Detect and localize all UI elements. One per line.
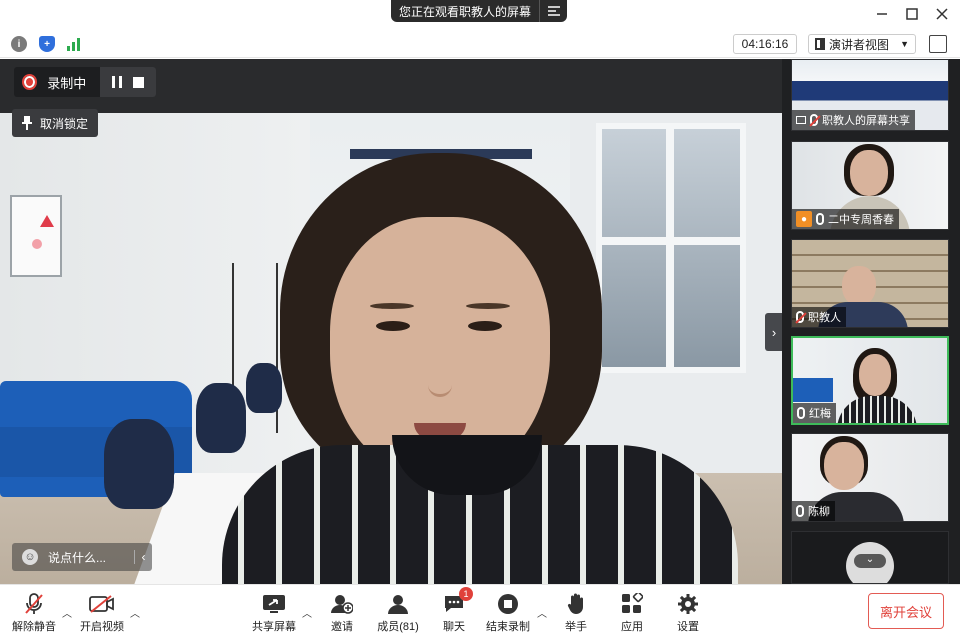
pause-recording-icon[interactable] bbox=[111, 76, 122, 88]
collapse-sidebar-handle[interactable]: › bbox=[765, 313, 783, 351]
speaker-video bbox=[0, 113, 782, 609]
title-bar: 您正在观看职教人的屏幕 bbox=[0, 0, 960, 28]
gear-icon bbox=[675, 593, 701, 615]
video-off-icon bbox=[89, 593, 115, 615]
members-icon bbox=[385, 593, 411, 615]
wall-art bbox=[10, 195, 62, 277]
list-menu-icon[interactable] bbox=[539, 0, 567, 22]
participant-tile[interactable]: ⌄ bbox=[791, 531, 949, 584]
apps-button[interactable]: 应用 bbox=[604, 593, 660, 634]
participant-tile[interactable]: 职教人 bbox=[791, 239, 949, 328]
minimize-icon[interactable] bbox=[872, 4, 892, 24]
recording-indicator: 录制中 bbox=[14, 67, 156, 97]
participant-tile[interactable]: ● 二中专周香春 bbox=[791, 141, 949, 230]
avatar: ● bbox=[796, 211, 812, 227]
mic-muted-icon bbox=[21, 593, 47, 615]
settings-button[interactable]: 设置 bbox=[660, 593, 716, 634]
mic-muted-icon bbox=[810, 114, 818, 126]
tile-label: 职教人 bbox=[808, 312, 841, 324]
emoji-icon[interactable]: ☺ bbox=[22, 549, 38, 565]
tile-label: 陈柳 bbox=[808, 506, 830, 518]
raise-hand-button[interactable]: 举手 bbox=[548, 593, 604, 634]
chat-quick-input[interactable]: ☺ 说点什么... ‹ bbox=[12, 543, 152, 571]
leave-meeting-button[interactable]: 离开会议 bbox=[868, 593, 944, 629]
meeting-info-bar: i + 04:16:16 演讲者视图 ▼ bbox=[0, 30, 960, 58]
settings-label: 设置 bbox=[677, 621, 699, 633]
apps-label: 应用 bbox=[621, 621, 643, 633]
mic-muted-icon bbox=[796, 311, 804, 323]
unmute-label: 解除静音 bbox=[12, 621, 56, 633]
invite-label: 邀请 bbox=[331, 621, 353, 633]
meeting-timer: 04:16:16 bbox=[733, 34, 797, 54]
chevron-left-icon[interactable]: ‹ bbox=[134, 550, 152, 564]
main-video-area: 录制中 取消锁定 ☺ 说点什么... ‹ › bbox=[0, 59, 783, 609]
recording-label: 录制中 bbox=[47, 75, 87, 91]
chevron-up-icon[interactable]: ︿ bbox=[130, 605, 140, 620]
speaker-person bbox=[222, 153, 738, 609]
tile-label: 二中专周香春 bbox=[828, 214, 894, 226]
screen-share-icon bbox=[796, 116, 806, 124]
participant-sidebar: 职教人的屏幕共享 ● 二中专周香春 职教人 红梅 陈柳 ⌄ bbox=[782, 59, 960, 584]
stop-record-icon bbox=[495, 593, 521, 615]
speaker-view-icon bbox=[815, 38, 825, 50]
chevron-down-icon: ▼ bbox=[900, 39, 909, 49]
share-notice-text: 您正在观看职教人的屏幕 bbox=[399, 4, 532, 19]
signal-icon[interactable] bbox=[66, 36, 82, 52]
chat-badge: 1 bbox=[459, 587, 473, 601]
fullscreen-icon[interactable] bbox=[929, 35, 947, 53]
tile-label: 红梅 bbox=[809, 408, 831, 420]
chevron-up-icon[interactable]: ︿ bbox=[537, 605, 547, 620]
invite-button[interactable]: 邀请 bbox=[314, 593, 370, 634]
end-recording-button[interactable]: 结束录制 bbox=[480, 593, 536, 634]
speaker-view-button[interactable]: 演讲者视图 ▼ bbox=[808, 34, 916, 54]
speaker-view-label: 演讲者视图 bbox=[829, 37, 890, 52]
shield-icon[interactable]: + bbox=[39, 36, 55, 52]
mic-icon bbox=[796, 505, 804, 517]
maximize-icon[interactable] bbox=[902, 4, 922, 24]
start-video-label: 开启视频 bbox=[80, 621, 124, 633]
raise-hand-icon bbox=[563, 593, 589, 615]
chat-button[interactable]: 1 聊天 bbox=[426, 587, 482, 634]
mic-icon bbox=[816, 213, 824, 225]
pin-icon bbox=[22, 116, 32, 130]
meeting-window: 您正在观看职教人的屏幕 i + 04:16:16 演讲者视图 ▼ 录制中 取消锁… bbox=[0, 0, 960, 637]
tile-label: 职教人的屏幕共享 bbox=[822, 115, 910, 127]
chevron-up-icon[interactable]: ︿ bbox=[302, 605, 312, 620]
apps-icon bbox=[619, 593, 645, 615]
close-icon[interactable] bbox=[932, 4, 952, 24]
chevron-up-icon[interactable]: ︿ bbox=[62, 605, 72, 620]
members-label: 成员(81) bbox=[377, 621, 419, 633]
unpin-label: 取消锁定 bbox=[40, 116, 89, 131]
members-button[interactable]: 成员(81) bbox=[370, 593, 426, 634]
stop-recording-icon[interactable] bbox=[133, 76, 145, 88]
start-video-button[interactable]: 开启视频 bbox=[74, 593, 130, 634]
unmute-button[interactable]: 解除静音 bbox=[6, 593, 62, 634]
meeting-toolbar: 解除静音 ︿ 开启视频 ︿ 共享屏幕 ︿ 邀请 成员(81) 1 聊天 结束录制… bbox=[0, 584, 960, 637]
add-user-icon bbox=[329, 593, 355, 615]
share-screen-label: 共享屏幕 bbox=[252, 621, 296, 633]
screen-share-notice[interactable]: 您正在观看职教人的屏幕 bbox=[391, 0, 567, 22]
participant-tile[interactable]: 陈柳 bbox=[791, 433, 949, 522]
end-recording-label: 结束录制 bbox=[486, 621, 530, 633]
mic-icon bbox=[797, 407, 805, 419]
share-screen-icon bbox=[261, 593, 287, 615]
info-icon[interactable]: i bbox=[11, 36, 27, 52]
participant-tile-active-speaker[interactable]: 红梅 bbox=[791, 336, 949, 425]
share-screen-button[interactable]: 共享屏幕 bbox=[246, 593, 302, 634]
chat-label: 聊天 bbox=[443, 621, 465, 633]
record-icon bbox=[21, 74, 38, 90]
chat-icon: 1 bbox=[441, 587, 473, 615]
unpin-button[interactable]: 取消锁定 bbox=[12, 109, 98, 137]
chat-placeholder: 说点什么... bbox=[48, 550, 107, 565]
participant-tile[interactable]: 职教人的屏幕共享 bbox=[791, 59, 949, 131]
chevron-down-icon[interactable]: ⌄ bbox=[854, 554, 886, 568]
raise-hand-label: 举手 bbox=[565, 621, 587, 633]
